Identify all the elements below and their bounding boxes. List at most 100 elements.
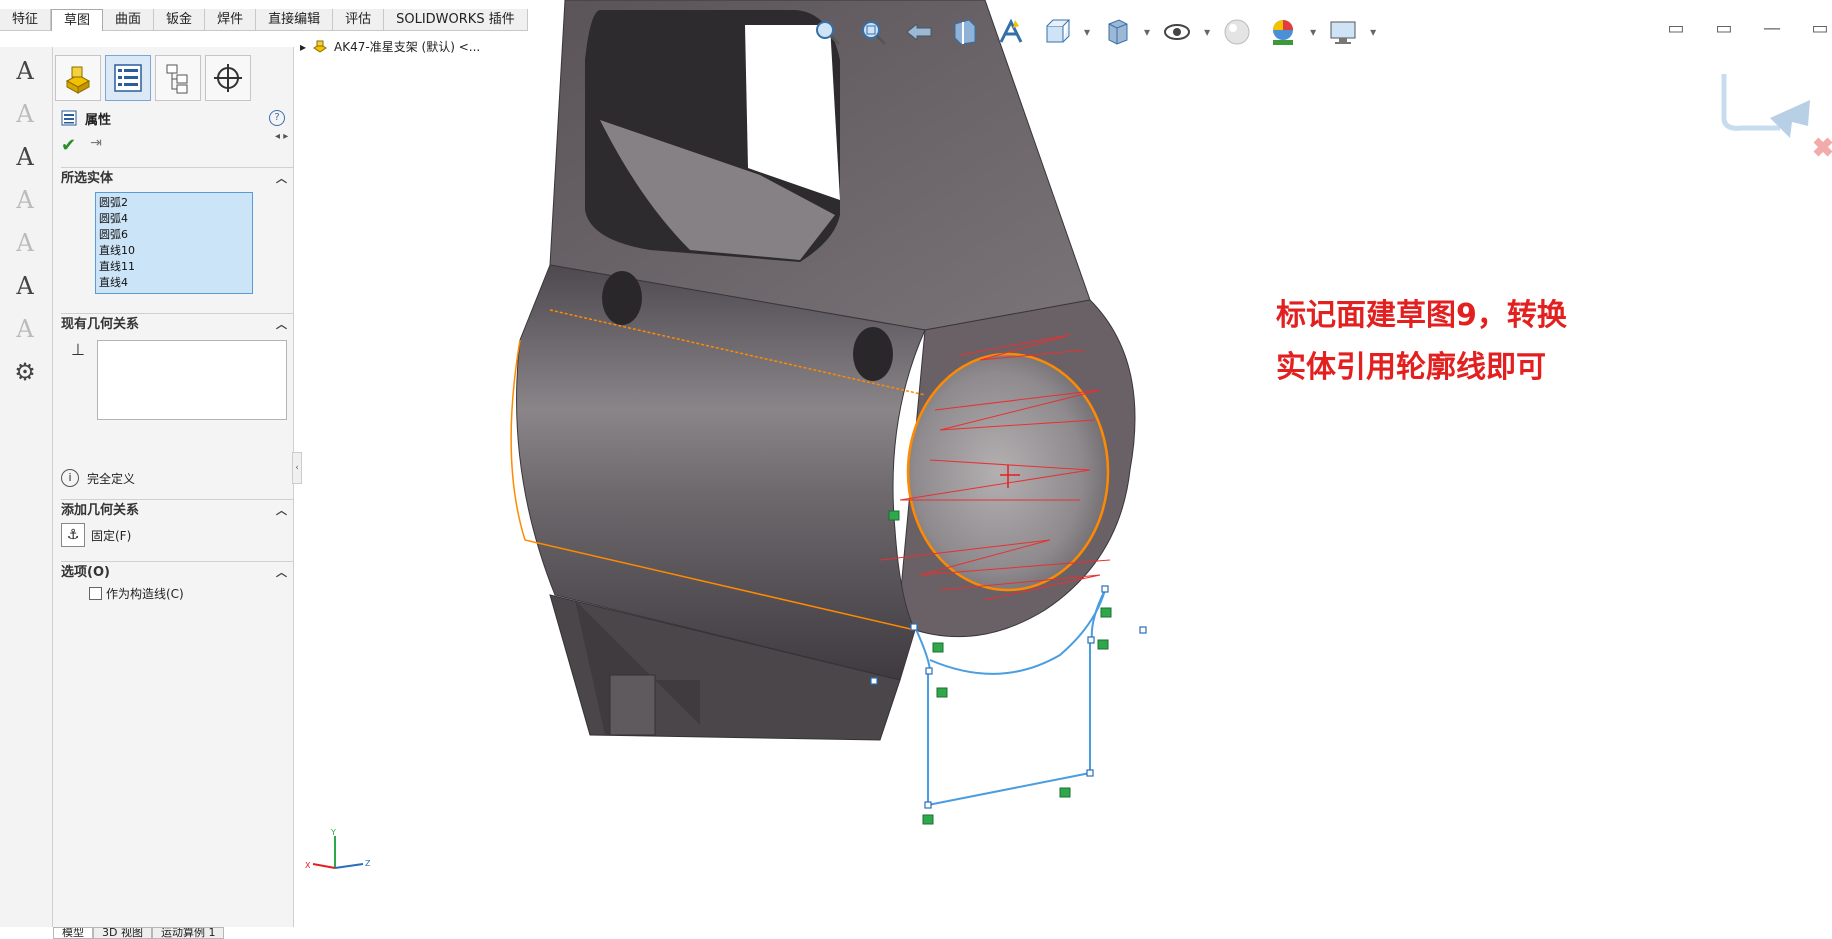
mirror-entities-icon[interactable]: A: [4, 224, 46, 262]
viewport-window-controls: ▭ ▭ — ▭: [1664, 18, 1832, 39]
offset-entities-icon[interactable]: A: [4, 181, 46, 219]
section-view-icon[interactable]: [946, 14, 984, 50]
collapse-chevron-icon[interactable]: ︿: [276, 500, 287, 522]
expand-arrow-icon[interactable]: ▸: [300, 40, 306, 54]
edit-appearance-icon[interactable]: [1218, 14, 1256, 50]
tab-dimxpert-manager[interactable]: [205, 55, 251, 101]
pin-hole-right: [853, 327, 893, 381]
status-row: i 完全定义: [61, 469, 135, 487]
tutorial-annotation: 标记面建草图9，转换 实体引用轮廓线即可: [1276, 290, 1567, 394]
manager-tab-scroll[interactable]: ◂ ▸: [275, 131, 288, 142]
section-title: 现有几何关系: [61, 317, 140, 332]
lower-lug: [609, 674, 656, 736]
convert-entities-icon[interactable]: A: [4, 138, 46, 176]
display-style-icon[interactable]: [1098, 14, 1136, 50]
chevron-down-icon[interactable]: ▾: [1084, 25, 1090, 39]
pushpin-icon[interactable]: ⇥: [90, 135, 102, 156]
bottom-tab-2[interactable]: 运动算例 1: [151, 927, 225, 939]
tile-left-icon[interactable]: ▭: [1664, 18, 1688, 39]
previous-view-icon[interactable]: [900, 14, 938, 50]
view-orientation-icon[interactable]: [1038, 14, 1076, 50]
svg-text:Y: Y: [330, 828, 336, 837]
zoom-to-fit-icon[interactable]: [808, 14, 846, 50]
exit-sketch-icon[interactable]: [1770, 100, 1810, 138]
section-title: 添加几何关系: [61, 503, 140, 518]
chevron-down-icon[interactable]: ▾: [1144, 25, 1150, 39]
tab-property-manager[interactable]: [105, 55, 151, 101]
chevron-down-icon[interactable]: ▾: [1370, 25, 1376, 39]
ok-cancel-row: ✔ ⇥: [61, 135, 102, 156]
chevron-down-icon[interactable]: ▾: [1204, 25, 1210, 39]
restore-icon[interactable]: ▭: [1808, 18, 1832, 39]
collapse-chevron-icon[interactable]: ︿: [276, 168, 287, 190]
section-header[interactable]: 添加几何关系 ︿: [61, 500, 293, 522]
list-item[interactable]: 直线10: [99, 243, 249, 259]
annotation-line-2: 实体引用轮廓线即可: [1276, 350, 1546, 385]
property-header: 属性 ?: [61, 107, 289, 129]
feature-tree-flyout[interactable]: ▸ AK47-准星支架 (默认) <...: [300, 38, 480, 55]
selected-entities-section: 所选实体 ︿ 圆弧2 圆弧4 圆弧6 直线10 直线11 直线4: [61, 167, 293, 300]
relations-list[interactable]: [97, 340, 287, 420]
heads-up-view-toolbar: ▾ ▾ ▾ ▾ ▾: [808, 14, 1376, 50]
property-title: 属性: [85, 112, 112, 128]
apply-scene-icon[interactable]: [1264, 14, 1302, 50]
collapse-chevron-icon[interactable]: ︿: [276, 562, 287, 584]
annotation-line-1: 标记面建草图9，转换: [1276, 298, 1567, 333]
info-icon: i: [61, 469, 79, 487]
chevron-down-icon[interactable]: ▾: [1310, 25, 1316, 39]
tab-3[interactable]: 钣金: [154, 9, 206, 30]
sketch-toolbar: A A A A A A A ⚙: [0, 47, 53, 927]
section-header[interactable]: 所选实体 ︿: [61, 168, 293, 190]
svg-text:Z: Z: [365, 859, 371, 868]
property-icon: [61, 110, 77, 126]
construction-checkbox-row[interactable]: 作为构造线(C): [89, 585, 184, 602]
help-icon[interactable]: ?: [269, 110, 285, 126]
section-header[interactable]: 现有几何关系 ︿: [61, 314, 293, 336]
list-item[interactable]: 圆弧6: [99, 227, 249, 243]
list-item[interactable]: 直线4: [99, 275, 249, 291]
relations-icon[interactable]: ⚙: [4, 353, 46, 391]
svg-text:X: X: [305, 861, 311, 870]
tab-feature-manager[interactable]: [55, 55, 101, 101]
graphics-viewport[interactable]: [300, 0, 1832, 927]
section-title: 所选实体: [61, 171, 114, 186]
list-item[interactable]: 直线11: [99, 259, 249, 275]
fix-relation-button[interactable]: ⚓ 固定(F): [61, 523, 131, 547]
list-item[interactable]: 圆弧4: [99, 211, 249, 227]
ok-check-icon[interactable]: ✔: [61, 135, 76, 156]
status-text: 完全定义: [87, 471, 136, 486]
bottom-tabs: 模型 3D 视图 运动算例 1: [53, 927, 225, 939]
part-icon: [313, 40, 327, 53]
bottom-tab-1[interactable]: 3D 视图: [93, 927, 152, 939]
section-title: 选项(O): [61, 565, 110, 580]
minimize-icon[interactable]: —: [1760, 18, 1784, 39]
confirmation-corner: [1721, 74, 1832, 157]
property-manager: ◂ ▸ 属性 ? ✔ ⇥ 所选实体 ︿ 圆弧2 圆弧4 圆弧6 直线10 直线11 直线4 …: [53, 47, 294, 927]
bottom-tab-0[interactable]: 模型: [53, 927, 93, 939]
list-item[interactable]: 圆弧2: [99, 195, 249, 211]
tab-1[interactable]: 草图: [51, 9, 104, 31]
relation-type-icon: ⊥: [71, 340, 85, 359]
selected-entities-list[interactable]: 圆弧2 圆弧4 圆弧6 直线10 直线11 直线4: [95, 192, 253, 294]
tab-0[interactable]: 特征: [0, 9, 52, 30]
reference-triad: Y X Z: [305, 828, 371, 870]
save-sketch-icon[interactable]: A: [4, 267, 46, 305]
view-settings-icon[interactable]: [1324, 14, 1362, 50]
anchor-icon: ⚓: [61, 523, 85, 547]
construction-label: 作为构造线(C): [106, 587, 184, 601]
section-header[interactable]: 选项(O) ︿: [61, 562, 293, 584]
tab-4[interactable]: 焊件: [205, 9, 257, 30]
tab-2[interactable]: 曲面: [103, 9, 155, 30]
edit-text-icon[interactable]: A: [4, 95, 46, 133]
zoom-to-area-icon[interactable]: [854, 14, 892, 50]
dynamic-annotation-icon[interactable]: [992, 14, 1030, 50]
cancel-sketch-icon[interactable]: [1813, 137, 1832, 157]
tile-right-icon[interactable]: ▭: [1712, 18, 1736, 39]
hide-show-items-icon[interactable]: [1158, 14, 1196, 50]
pattern-icon[interactable]: A: [4, 310, 46, 348]
smart-dimension-icon[interactable]: A: [4, 52, 46, 90]
construction-checkbox[interactable]: [89, 587, 102, 600]
fix-label: 固定(F): [91, 528, 132, 543]
collapse-chevron-icon[interactable]: ︿: [276, 314, 287, 336]
tab-configuration-manager[interactable]: [155, 55, 201, 101]
